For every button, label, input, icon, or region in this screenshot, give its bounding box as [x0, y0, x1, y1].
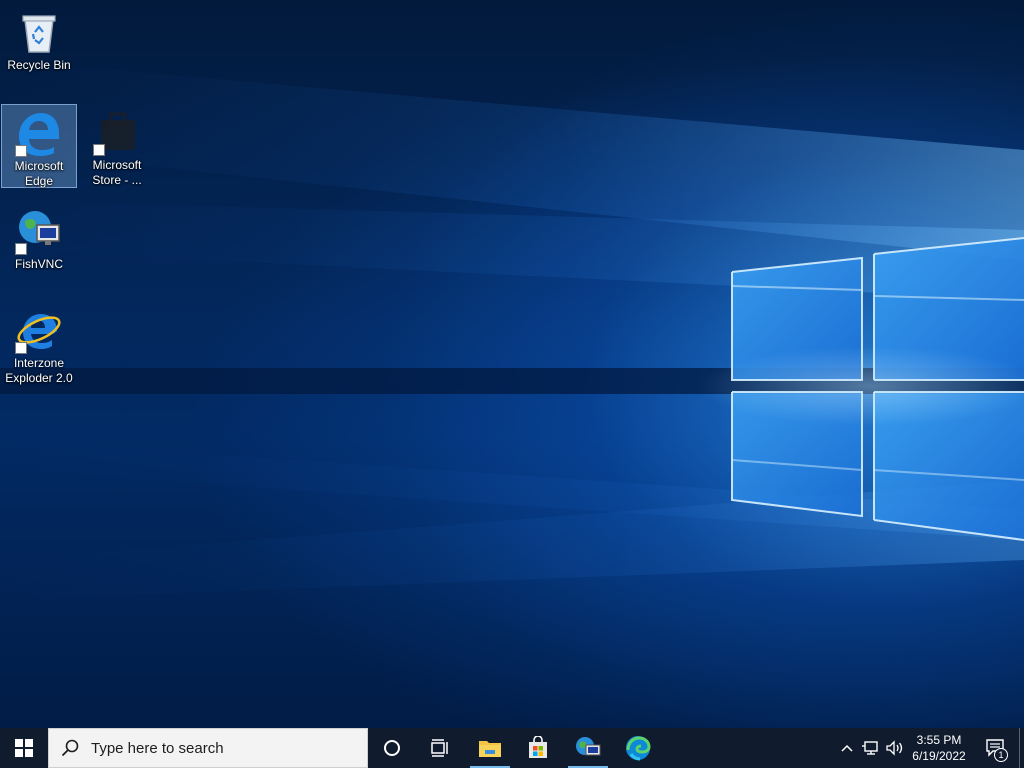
taskbar-app-edge[interactable]: [614, 728, 662, 768]
desktop[interactable]: Recycle Bin Microsoft Edge Microsoft Sto…: [0, 0, 1024, 728]
shortcut-arrow-icon: [15, 145, 27, 157]
shortcut-arrow-icon: [93, 144, 105, 156]
speaker-icon: [886, 740, 903, 756]
edge-icon: [626, 736, 651, 761]
network-button[interactable]: [858, 728, 882, 768]
network-monitor-icon: [862, 741, 878, 755]
clock-date: 6/19/2022: [912, 749, 966, 763]
shortcut-arrow-icon: [15, 342, 27, 354]
show-hidden-icons-button[interactable]: [836, 728, 858, 768]
file-explorer-icon: [479, 741, 501, 757]
clock[interactable]: 3:55 PM 6/19/2022: [906, 728, 972, 768]
desktop-icon-fishvnc[interactable]: FishVNC: [1, 203, 77, 287]
fishvnc-icon: [576, 737, 601, 756]
taskbar-app-store[interactable]: [514, 728, 562, 768]
chevron-up-icon: [841, 744, 853, 752]
internet-explorer-icon: [15, 306, 63, 354]
taskbar-app-fishvnc[interactable]: [564, 728, 612, 768]
taskbar-app-file-explorer[interactable]: [466, 728, 514, 768]
notification-count-badge: 1: [994, 748, 1008, 762]
globe-monitor-icon: [15, 207, 63, 255]
shortcut-arrow-icon: [15, 243, 27, 255]
volume-button[interactable]: [882, 728, 908, 768]
desktop-icon-label: Microsoft Edge: [14, 159, 64, 188]
store-icon: [93, 108, 141, 156]
show-desktop-button[interactable]: [1019, 728, 1024, 768]
desktop-icon-interzone-exploder[interactable]: Interzone Exploder 2.0: [1, 302, 77, 386]
start-button[interactable]: [0, 728, 48, 768]
desktop-icon-microsoft-edge[interactable]: Microsoft Edge: [1, 104, 77, 188]
desktop-icon-label: Microsoft Store - ...: [92, 158, 142, 187]
cortana-circle-icon: [384, 740, 400, 756]
desktop-icon-label: FishVNC: [14, 257, 63, 271]
action-center-button[interactable]: 1: [976, 728, 1016, 768]
task-view-icon: [431, 739, 448, 757]
desktop-icon-microsoft-store[interactable]: Microsoft Store - ...: [79, 104, 155, 188]
desktop-icon-recycle-bin[interactable]: Recycle Bin: [1, 4, 77, 88]
task-view-button[interactable]: [416, 728, 464, 768]
edge-legacy-icon: [15, 109, 63, 157]
search-placeholder: Type here to search: [91, 739, 224, 757]
taskbar: Type here to search 3:55 PM 6/19/2022 1: [0, 728, 1024, 768]
store-bag-icon: [529, 736, 547, 758]
windows-logo-icon: [15, 739, 33, 757]
cortana-button[interactable]: [368, 728, 416, 768]
clock-time: 3:55 PM: [916, 733, 962, 747]
search-input[interactable]: Type here to search: [48, 728, 368, 768]
desktop-icon-label: Recycle Bin: [7, 58, 71, 72]
search-icon: [61, 739, 79, 757]
desktop-icon-label: Interzone Exploder 2.0: [5, 356, 73, 385]
recycle-bin-icon: [15, 8, 63, 56]
